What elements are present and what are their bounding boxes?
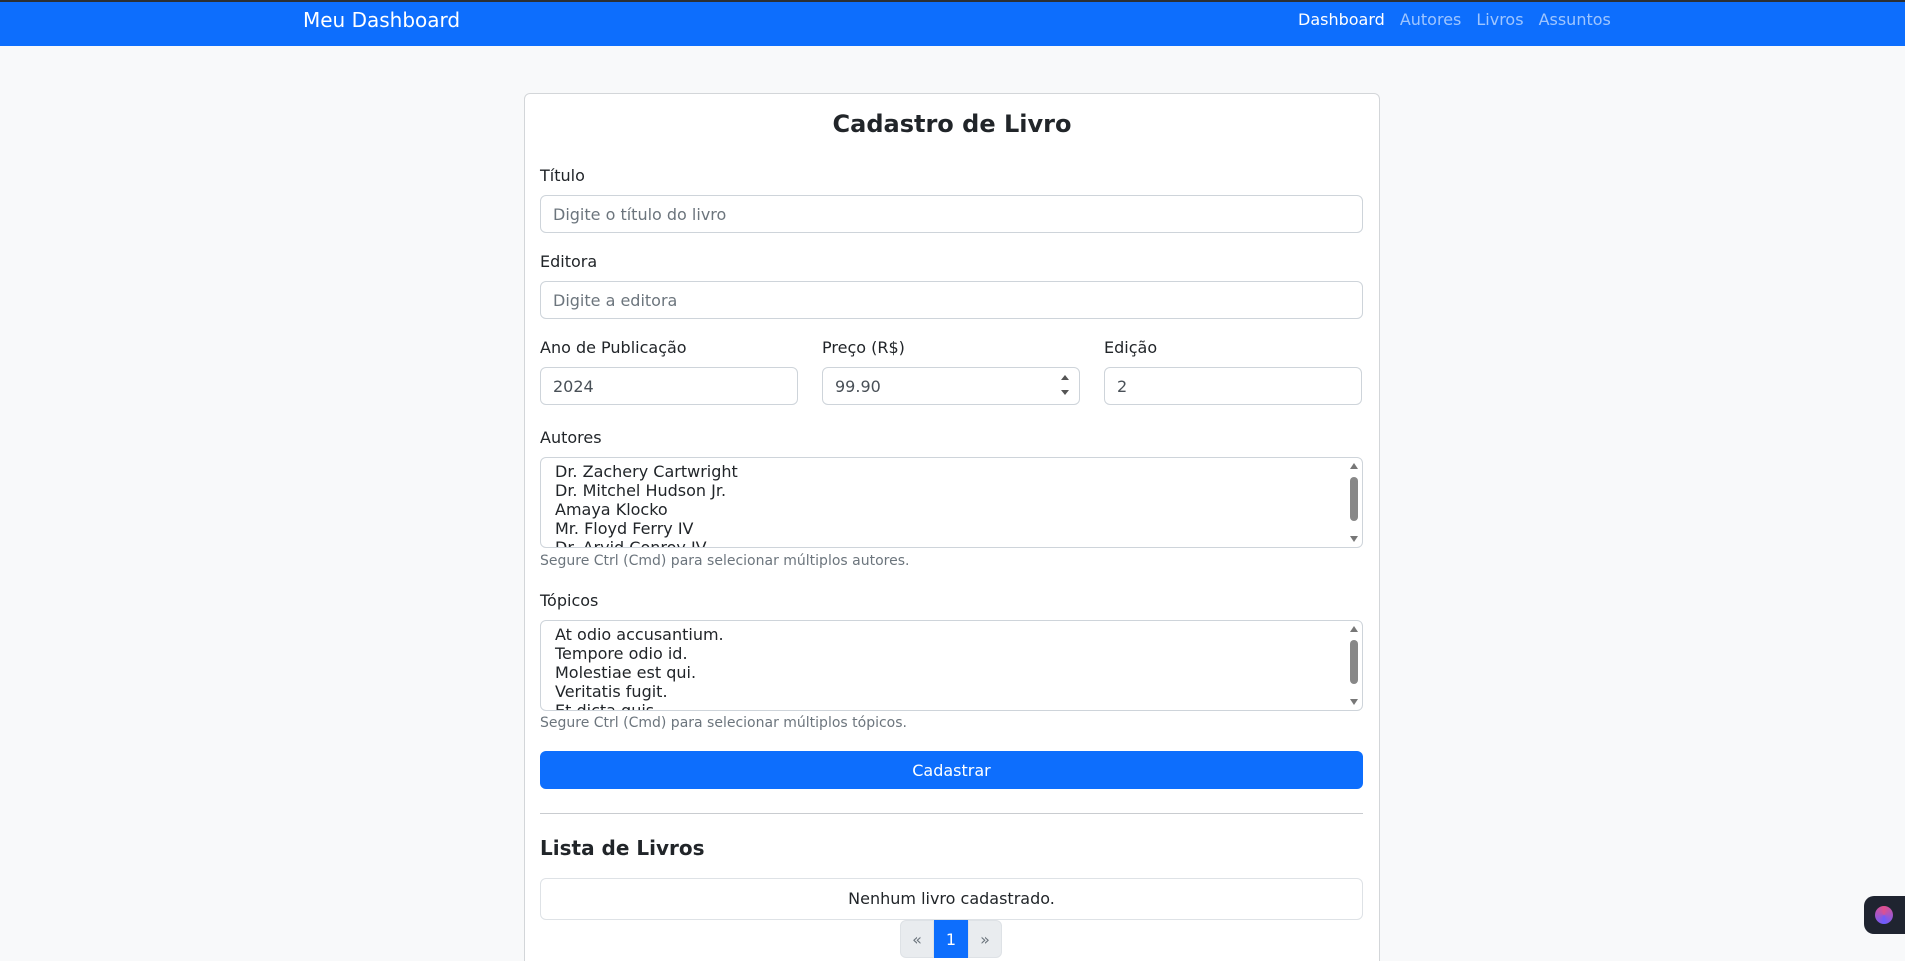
book-list-title: Lista de Livros bbox=[540, 836, 705, 860]
pagination-page-button[interactable]: 1 bbox=[934, 920, 968, 958]
cadastrar-button[interactable]: Cadastrar bbox=[540, 751, 1363, 789]
autor-option[interactable]: Dr. Zachery Cartwright bbox=[555, 462, 1348, 481]
autor-option[interactable]: Mr. Floyd Ferry IV bbox=[555, 519, 1348, 538]
autor-option[interactable]: Dr. Arvid Conroy IV bbox=[555, 538, 1348, 547]
topico-option[interactable]: At odio accusantium. bbox=[555, 625, 1348, 644]
autores-scrollbar[interactable] bbox=[1347, 459, 1361, 546]
topicos-select[interactable]: At odio accusantium. Tempore odio id. Mo… bbox=[540, 620, 1363, 711]
topico-option[interactable]: Et dicta quis. bbox=[555, 701, 1348, 710]
ano-input[interactable] bbox=[540, 367, 798, 405]
empty-list-message: Nenhum livro cadastrado. bbox=[540, 878, 1363, 920]
preco-label: Preço (R$) bbox=[822, 338, 905, 357]
pagination: « 1 » bbox=[900, 920, 1002, 958]
topico-option[interactable]: Molestiae est qui. bbox=[555, 663, 1348, 682]
edicao-label: Edição bbox=[1104, 338, 1158, 357]
titulo-input[interactable] bbox=[540, 195, 1363, 233]
autor-option[interactable]: Dr. Mitchel Hudson Jr. bbox=[555, 481, 1348, 500]
stepper-down-icon[interactable] bbox=[1061, 390, 1069, 395]
editora-label: Editora bbox=[540, 252, 598, 271]
ano-label: Ano de Publicação bbox=[540, 338, 687, 357]
scroll-thumb[interactable] bbox=[1350, 640, 1358, 684]
preco-field bbox=[822, 367, 1080, 405]
topicos-label: Tópicos bbox=[540, 591, 599, 610]
pagination-next-button[interactable]: » bbox=[968, 920, 1002, 958]
nav-link-assuntos[interactable]: Assuntos bbox=[1539, 10, 1611, 29]
scroll-down-icon[interactable] bbox=[1350, 536, 1358, 542]
pagination-prev-button[interactable]: « bbox=[900, 920, 934, 958]
brand-link[interactable]: Meu Dashboard bbox=[303, 8, 460, 32]
floating-extension-widget[interactable] bbox=[1864, 896, 1905, 934]
nav-link-autores[interactable]: Autores bbox=[1400, 10, 1462, 29]
autor-option[interactable]: Amaya Klocko bbox=[555, 500, 1348, 519]
editora-input[interactable] bbox=[540, 281, 1363, 319]
edicao-input[interactable] bbox=[1104, 367, 1362, 405]
preco-input[interactable] bbox=[822, 367, 1080, 405]
scroll-down-icon[interactable] bbox=[1350, 699, 1358, 705]
autores-label: Autores bbox=[540, 428, 602, 447]
stepper-up-icon[interactable] bbox=[1061, 375, 1069, 380]
preco-stepper[interactable] bbox=[1060, 375, 1070, 395]
top-navbar: Meu Dashboard Dashboard Autores Livros A… bbox=[0, 0, 1905, 46]
scroll-up-icon[interactable] bbox=[1350, 463, 1358, 469]
nav-link-dashboard[interactable]: Dashboard bbox=[1298, 10, 1385, 29]
titulo-label: Título bbox=[540, 166, 585, 185]
scroll-up-icon[interactable] bbox=[1350, 626, 1358, 632]
section-divider bbox=[540, 813, 1363, 814]
nav-link-livros[interactable]: Livros bbox=[1476, 10, 1523, 29]
extension-icon[interactable] bbox=[1875, 906, 1893, 924]
topico-option[interactable]: Tempore odio id. bbox=[555, 644, 1348, 663]
autores-select[interactable]: Dr. Zachery Cartwright Dr. Mitchel Hudso… bbox=[540, 457, 1363, 548]
topicos-help-text: Segure Ctrl (Cmd) para selecionar múltip… bbox=[540, 715, 907, 731]
topicos-scrollbar[interactable] bbox=[1347, 622, 1361, 709]
form-title: Cadastro de Livro bbox=[832, 110, 1072, 138]
autores-help-text: Segure Ctrl (Cmd) para selecionar múltip… bbox=[540, 553, 910, 569]
scroll-thumb[interactable] bbox=[1350, 477, 1358, 521]
topico-option[interactable]: Veritatis fugit. bbox=[555, 682, 1348, 701]
nav-links: Dashboard Autores Livros Assuntos bbox=[1298, 10, 1626, 29]
